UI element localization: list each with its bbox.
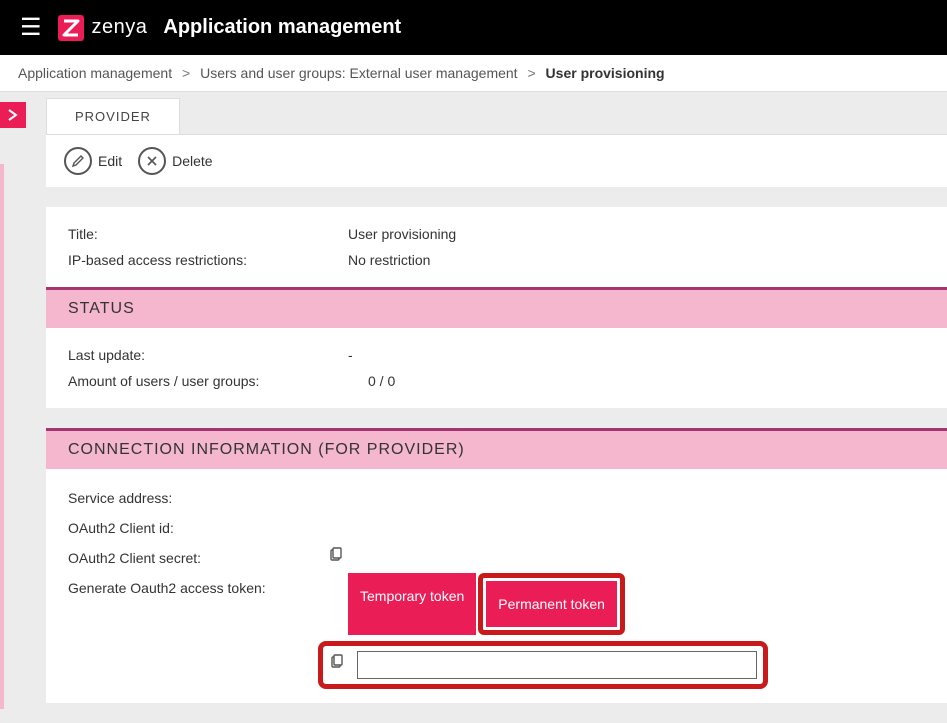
ip-label: IP-based access restrictions: — [68, 247, 348, 273]
permanent-token-button[interactable]: Permanent token — [486, 581, 617, 627]
client-secret-row: OAuth2 Client secret: — [68, 543, 925, 573]
permanent-token-highlight: Permanent token — [478, 573, 625, 635]
delete-label: Delete — [172, 153, 212, 169]
title-label: Title: — [68, 221, 348, 247]
generate-token-row: Generate Oauth2 access token: Temporary … — [68, 573, 925, 689]
tab-provider[interactable]: PROVIDER — [46, 98, 180, 134]
amount-value: 0 / 0 — [368, 368, 395, 394]
amount-row: Amount of users / user groups: 0 / 0 — [68, 368, 925, 394]
amount-label: Amount of users / user groups: — [68, 368, 368, 394]
service-address-row: Service address: — [68, 483, 925, 513]
breadcrumb-separator: > — [527, 65, 535, 81]
breadcrumb-item[interactable]: Users and user groups: External user man… — [200, 65, 518, 81]
title-row: Title: User provisioning — [68, 221, 925, 247]
page-title: Application management — [163, 16, 401, 39]
breadcrumb-separator: > — [182, 65, 190, 81]
content-area: PROVIDER Edit Delete — [26, 92, 947, 723]
token-output-field[interactable] — [357, 651, 757, 679]
edit-label: Edit — [98, 153, 122, 169]
brand-logo-icon — [58, 15, 84, 41]
sidebar-strip — [0, 164, 4, 709]
status-header: STATUS — [46, 290, 947, 328]
last-update-value: - — [348, 342, 398, 368]
ip-row: IP-based access restrictions: No restric… — [68, 247, 925, 273]
connection-section: CONNECTION INFORMATION (FOR PROVIDER) Se… — [46, 428, 947, 703]
info-section: Title: User provisioning IP-based access… — [46, 207, 947, 408]
last-update-row: Last update: - — [68, 342, 925, 368]
edit-button[interactable]: Edit — [64, 147, 122, 175]
client-id-label: OAuth2 Client id: — [68, 513, 328, 543]
client-secret-label: OAuth2 Client secret: — [68, 543, 328, 573]
cross-icon — [138, 147, 166, 175]
expand-sidebar-button[interactable] — [0, 102, 26, 128]
token-output-highlight — [318, 641, 768, 689]
temporary-token-button[interactable]: Temporary token — [348, 573, 476, 635]
ip-value: No restriction — [348, 247, 430, 273]
breadcrumb: Application management > Users and user … — [0, 55, 947, 92]
breadcrumb-current: User provisioning — [546, 65, 665, 81]
top-bar: ☰ zenya Application management — [0, 0, 947, 55]
copy-token-icon[interactable] — [329, 650, 345, 680]
brand-text: zenya — [92, 16, 148, 39]
copy-client-secret-icon[interactable] — [328, 543, 344, 573]
actions-panel: Edit Delete — [46, 134, 947, 187]
generate-token-label: Generate Oauth2 access token: — [68, 573, 348, 603]
delete-button[interactable]: Delete — [138, 147, 212, 175]
breadcrumb-item[interactable]: Application management — [18, 65, 172, 81]
title-value: User provisioning — [348, 221, 456, 247]
pencil-icon — [64, 147, 92, 175]
brand-logo[interactable]: zenya — [58, 15, 148, 41]
tab-strip: PROVIDER — [46, 98, 947, 134]
service-address-label: Service address: — [68, 483, 328, 513]
last-update-label: Last update: — [68, 342, 348, 368]
hamburger-menu-icon[interactable]: ☰ — [20, 13, 42, 42]
client-id-row: OAuth2 Client id: — [68, 513, 925, 543]
connection-header: CONNECTION INFORMATION (FOR PROVIDER) — [46, 431, 947, 469]
